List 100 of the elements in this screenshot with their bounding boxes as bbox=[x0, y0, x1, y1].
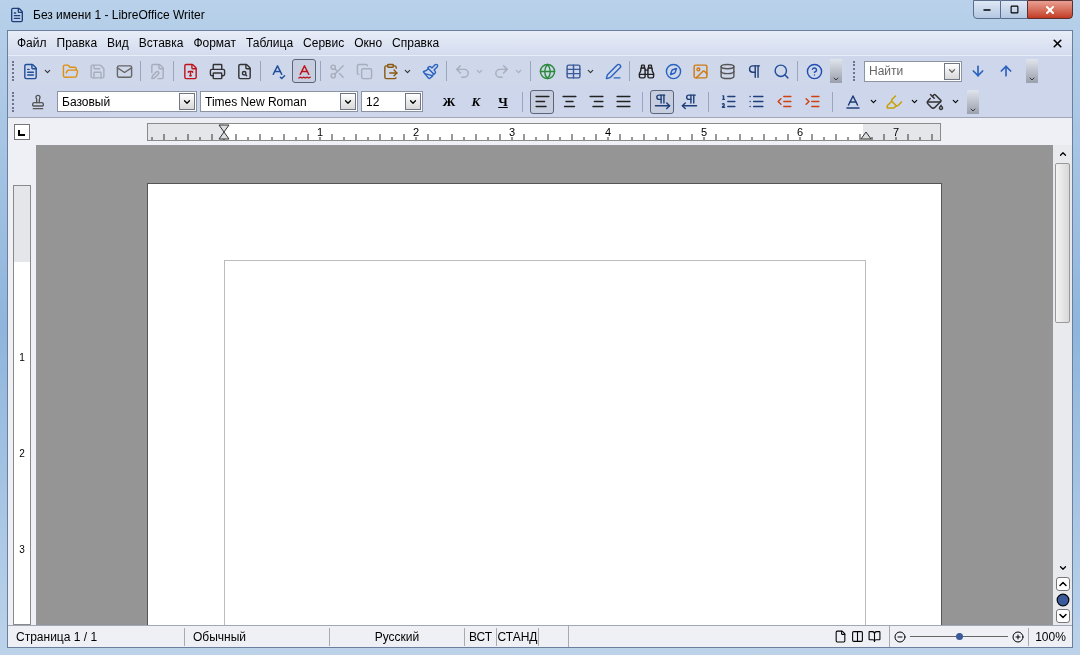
dropdown-caret-icon[interactable] bbox=[869, 97, 878, 106]
ruler-number: 1 bbox=[18, 351, 26, 365]
menu-item[interactable]: Формат bbox=[188, 34, 242, 52]
zoom-percent: 100% bbox=[1028, 627, 1072, 646]
pilcrow-left-arrow-icon bbox=[680, 93, 698, 110]
ruler-number: 1 bbox=[315, 124, 325, 140]
ruler-number: 6 bbox=[795, 124, 805, 140]
ruler-number: 3 bbox=[507, 124, 517, 140]
style-combo[interactable]: Базовый bbox=[57, 91, 197, 112]
paintbrush-icon bbox=[421, 62, 439, 80]
align-left-icon bbox=[533, 93, 551, 110]
menu-item[interactable]: Сервис bbox=[298, 34, 350, 52]
align-justify-icon bbox=[614, 93, 632, 110]
paint-bucket-icon[interactable] bbox=[926, 92, 944, 111]
pdf-icon bbox=[181, 62, 199, 80]
maximize-button[interactable] bbox=[1001, 0, 1027, 19]
font-combo[interactable]: Times New Roman bbox=[200, 91, 358, 112]
font-color-icon[interactable] bbox=[844, 92, 862, 111]
printer-icon bbox=[208, 62, 226, 80]
language: Русский bbox=[330, 627, 465, 646]
find-previous-icon[interactable] bbox=[998, 63, 1014, 79]
ruler-number: 5 bbox=[699, 124, 709, 140]
pilcrow-right-arrow-icon bbox=[653, 93, 671, 110]
maximize-icon bbox=[1009, 5, 1019, 14]
search-icon bbox=[772, 62, 790, 80]
previous-page-icon[interactable] bbox=[1055, 577, 1070, 591]
zoom-thumb[interactable] bbox=[956, 633, 963, 640]
numbered-list-icon[interactable] bbox=[720, 93, 737, 110]
right-indent-marker-icon[interactable] bbox=[860, 130, 872, 140]
close-document-icon[interactable] bbox=[1051, 36, 1064, 50]
scroll-down-icon bbox=[1057, 563, 1068, 573]
format-button[interactable]: Ж bbox=[437, 89, 461, 114]
redo-icon bbox=[493, 62, 510, 80]
navigation-icon[interactable] bbox=[1055, 593, 1070, 607]
scroll-up-icon bbox=[1057, 149, 1068, 159]
scissors-icon bbox=[328, 62, 346, 80]
vertical-scrollbar[interactable] bbox=[1053, 145, 1072, 625]
selection-mode: СТАНД bbox=[497, 627, 539, 646]
align-right-icon bbox=[587, 93, 605, 110]
undo-icon bbox=[454, 62, 471, 80]
book-view-icon[interactable] bbox=[868, 630, 881, 643]
find-field[interactable]: Найти bbox=[864, 60, 962, 82]
globe-icon bbox=[538, 62, 556, 80]
insert-mode: ВСТ bbox=[465, 627, 497, 646]
database-icon bbox=[718, 62, 736, 80]
toolbar-button[interactable] bbox=[530, 89, 554, 114]
tab-stop-selector[interactable] bbox=[14, 123, 30, 140]
dropdown-caret-icon[interactable] bbox=[951, 97, 960, 106]
zoom-out-icon[interactable] bbox=[894, 630, 906, 643]
scroll-thumb[interactable] bbox=[1055, 163, 1070, 323]
menu-item[interactable]: Вставка bbox=[133, 34, 189, 52]
menu-item[interactable]: Окно bbox=[349, 34, 388, 52]
copy-icon bbox=[355, 62, 373, 80]
single-page-view-icon[interactable] bbox=[834, 630, 847, 643]
close-button[interactable] bbox=[1027, 0, 1073, 19]
document-app-icon bbox=[9, 7, 25, 23]
decrease-indent-icon[interactable] bbox=[776, 93, 793, 110]
menu-item[interactable]: Справка bbox=[387, 34, 445, 52]
overflow-caret-icon bbox=[1028, 75, 1036, 83]
styles-icon[interactable] bbox=[30, 93, 46, 110]
envelope-icon bbox=[115, 62, 133, 80]
folder-icon bbox=[61, 62, 79, 80]
pen-icon bbox=[604, 62, 622, 80]
increase-indent-icon[interactable] bbox=[804, 93, 821, 110]
font-size-combo[interactable]: 12 bbox=[361, 91, 423, 112]
zoom-in-icon[interactable] bbox=[1012, 630, 1024, 643]
auto-spellcheck-icon bbox=[295, 62, 313, 80]
multi-page-view-icon[interactable] bbox=[851, 630, 864, 643]
binoculars-icon bbox=[637, 62, 655, 80]
format-button[interactable]: Ч bbox=[491, 89, 515, 114]
align-center-icon bbox=[560, 93, 578, 110]
menu-item[interactable]: Таблица bbox=[241, 34, 299, 52]
dropdown-caret-icon[interactable] bbox=[910, 97, 919, 106]
page-count: Страница 1 / 1 bbox=[8, 627, 185, 646]
ruler-number: 3 bbox=[18, 543, 26, 557]
toolbar-button[interactable] bbox=[650, 89, 674, 114]
indent-marker-icon[interactable] bbox=[218, 123, 230, 140]
ruler-number: 4 bbox=[603, 124, 613, 140]
clipboard-icon bbox=[382, 62, 399, 80]
help-icon bbox=[805, 62, 823, 80]
ruler-number: 7 bbox=[891, 124, 901, 140]
page-preview-icon bbox=[235, 62, 253, 80]
menu-item[interactable]: Вид bbox=[102, 34, 134, 52]
window-title: Без имени 1 - LibreOffice Writer bbox=[33, 7, 205, 24]
menu-item[interactable]: Файл bbox=[12, 34, 52, 52]
bulleted-list-icon[interactable] bbox=[748, 93, 765, 110]
next-page-icon[interactable] bbox=[1055, 609, 1070, 623]
menu-item[interactable]: Правка bbox=[51, 34, 103, 52]
minimize-button[interactable] bbox=[973, 0, 1001, 19]
picture-frame-icon bbox=[691, 62, 709, 80]
find-next-icon[interactable] bbox=[970, 63, 986, 79]
edit-document-icon bbox=[148, 62, 166, 80]
close-icon bbox=[1044, 3, 1056, 16]
format-button[interactable]: К bbox=[464, 89, 488, 114]
overflow-caret-icon bbox=[832, 75, 840, 83]
document-icon bbox=[22, 62, 39, 80]
ruler-number: 2 bbox=[411, 124, 421, 140]
ruler-number: 2 bbox=[18, 447, 26, 461]
compass-icon bbox=[664, 62, 682, 80]
table-icon bbox=[565, 62, 582, 80]
